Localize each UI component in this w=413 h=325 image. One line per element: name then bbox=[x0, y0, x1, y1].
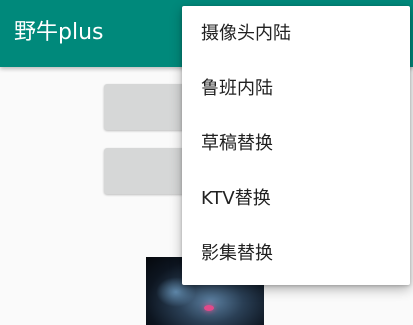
app-title: 野牛plus bbox=[14, 20, 104, 45]
app-screen: 野牛plus 选 替 摄像头内陆 鲁班内陆 草稿替换 KTV替换 影集替换 bbox=[0, 0, 413, 325]
overflow-menu: 摄像头内陆 鲁班内陆 草稿替换 KTV替换 影集替换 bbox=[182, 6, 410, 285]
menu-item-luban-inland[interactable]: 鲁班内陆 bbox=[182, 61, 410, 116]
menu-item-camera-inland[interactable]: 摄像头内陆 bbox=[182, 6, 410, 61]
preview-glow bbox=[204, 305, 214, 311]
menu-item-draft-replace[interactable]: 草稿替换 bbox=[182, 116, 410, 171]
menu-item-album-replace[interactable]: 影集替换 bbox=[182, 226, 410, 281]
menu-item-ktv-replace[interactable]: KTV替换 bbox=[182, 171, 410, 226]
